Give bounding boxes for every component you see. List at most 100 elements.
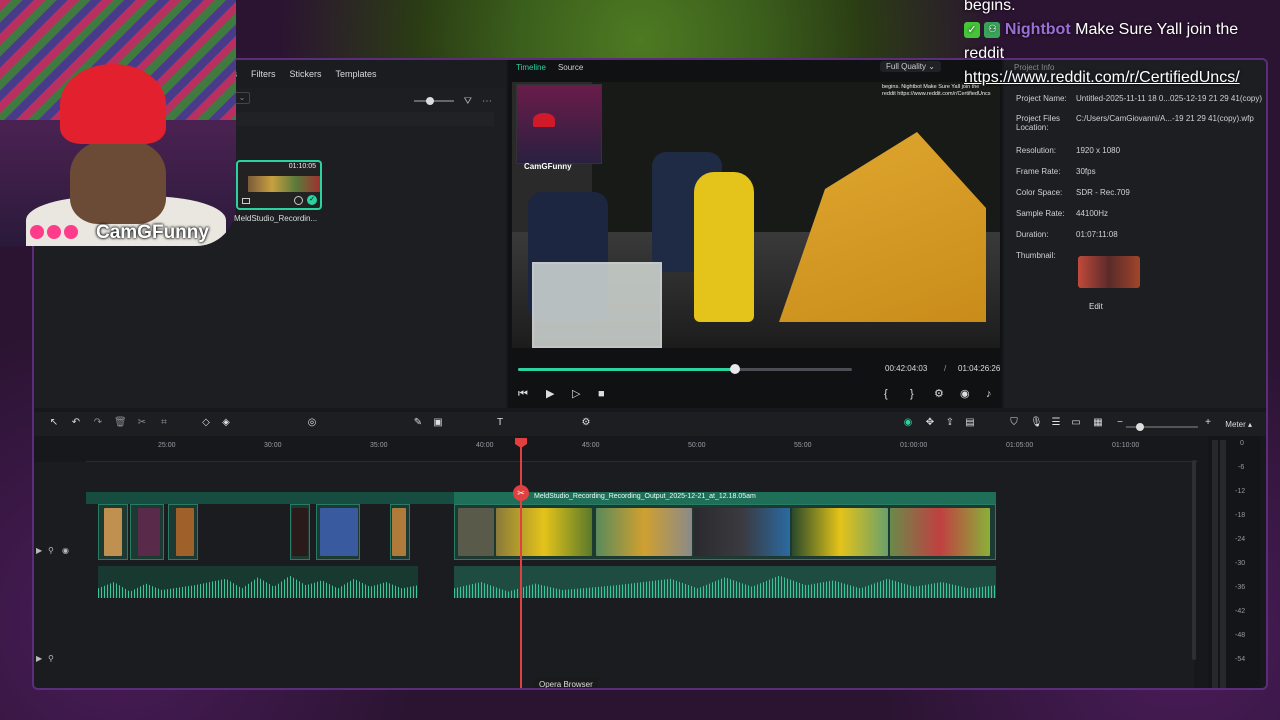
- chat-message: ✓ ⚇ Nightbot Make Sure Yall join the red…: [964, 18, 1264, 66]
- row-key: Duration:: [1016, 230, 1049, 239]
- crop-icon[interactable]: ⌗: [158, 417, 170, 429]
- mark-in-icon[interactable]: {: [884, 388, 888, 400]
- tab-stickers[interactable]: Stickers: [290, 69, 322, 79]
- thumbnail-size-slider[interactable]: [413, 97, 454, 105]
- ruler-tick: 01:05:00: [1006, 442, 1034, 449]
- red-hat: [60, 64, 166, 144]
- clip-frame: [320, 508, 358, 556]
- track-audio-icon[interactable]: ▶: [36, 654, 42, 663]
- more-icon[interactable]: ⋯: [482, 96, 492, 107]
- row-key: Project Files Location:: [1016, 114, 1061, 132]
- timeline-zoom-slider[interactable]: [1126, 423, 1198, 431]
- clip-frame: [792, 508, 888, 556]
- play-frame-icon[interactable]: ▶: [546, 388, 554, 400]
- row-value: C:/Users/CamGiovanni/A...-19 21 29 41(co…: [1076, 114, 1254, 123]
- row-key: Thumbnail:: [1016, 251, 1056, 260]
- total-timecode: 01:04:26:26: [958, 364, 1001, 373]
- playhead[interactable]: [520, 438, 522, 688]
- snapshot-icon[interactable]: ◉: [960, 388, 970, 400]
- media-clip-card[interactable]: 01:10:05 ✓: [236, 160, 322, 210]
- row-key: Project Name:: [1016, 94, 1067, 103]
- edit-thumbnail-button[interactable]: Edit: [1089, 302, 1103, 311]
- verified-icon: ✓: [964, 21, 980, 38]
- text-icon[interactable]: T: [494, 417, 506, 429]
- playback-scrubber[interactable]: [518, 364, 852, 374]
- mic-icon[interactable]: 🎙: [1030, 417, 1043, 429]
- magic-icon[interactable]: ✎: [412, 417, 424, 429]
- ruler-tick: 55:00: [794, 442, 812, 449]
- keyframe-icon[interactable]: ◈: [220, 417, 232, 429]
- clip-header-strip[interactable]: [86, 492, 454, 504]
- shield-icon[interactable]: ⛉: [1008, 417, 1020, 429]
- clip-duration: 01:10:05: [288, 163, 316, 170]
- quality-dropdown[interactable]: Full Quality ⌄: [880, 61, 941, 72]
- marker-icon[interactable]: ▣: [432, 417, 444, 429]
- track-lock-icon[interactable]: ⚲: [48, 546, 54, 555]
- audio-clip-left[interactable]: [98, 566, 418, 598]
- ai-assist-icon[interactable]: ◉: [902, 417, 914, 429]
- clip-frame: [458, 508, 494, 556]
- split-icon[interactable]: ✂: [136, 417, 148, 429]
- video-handle: CamGFunny: [524, 162, 572, 171]
- filter-icon[interactable]: ⛛: [464, 96, 472, 107]
- chat-sender: Nightbot: [1004, 21, 1071, 38]
- clip-frame: [392, 508, 406, 556]
- audio-waveform: [454, 575, 996, 598]
- ruler-tick: 25:00: [158, 442, 176, 449]
- delete-icon[interactable]: 🗑: [114, 417, 127, 429]
- tab-source[interactable]: Source: [558, 63, 583, 72]
- timeline-vertical-scrollbar[interactable]: [1192, 460, 1196, 660]
- zoom-out-icon[interactable]: −: [1114, 417, 1126, 429]
- ruler-tick: 50:00: [688, 442, 706, 449]
- mixer-icon[interactable]: ☰: [1050, 417, 1062, 429]
- volume-icon[interactable]: ♪: [986, 388, 992, 400]
- prev-frame-icon[interactable]: ⏮: [518, 388, 528, 400]
- mark-out-icon[interactable]: }: [910, 388, 914, 400]
- tab-filters[interactable]: Filters: [251, 69, 276, 79]
- chat-line-prev: begins.: [964, 0, 1016, 14]
- stop-icon[interactable]: ■: [598, 388, 605, 400]
- quality-label: Full Quality: [886, 62, 927, 71]
- meter-scale: -30: [1235, 560, 1246, 567]
- play-icon[interactable]: ▷: [572, 388, 580, 400]
- speed-icon[interactable]: ◎: [306, 417, 318, 429]
- snap-icon[interactable]: ✥: [924, 417, 936, 429]
- caption-icon[interactable]: ▭: [1070, 417, 1082, 429]
- tab-timeline[interactable]: Timeline: [516, 63, 546, 72]
- meter-label: Meter: [1225, 420, 1246, 429]
- zoom-in-icon[interactable]: +: [1202, 417, 1214, 429]
- meter-dropdown[interactable]: Meter ▴: [1225, 420, 1252, 429]
- video-money-crate: [532, 262, 662, 348]
- chevron-down-icon: ⌄: [928, 62, 935, 71]
- row-value: 30fps: [1076, 167, 1096, 176]
- clip-frame: [694, 508, 790, 556]
- ai-tool-icon[interactable]: ◇: [200, 417, 212, 429]
- clip-frame: [104, 508, 122, 556]
- scrubber-knob[interactable]: [730, 364, 741, 374]
- zoom-knob[interactable]: [1136, 423, 1144, 431]
- settings-icon[interactable]: ⚙: [580, 417, 592, 429]
- undo-icon[interactable]: ↶: [70, 417, 82, 429]
- select-icon[interactable]: ↖: [48, 417, 60, 429]
- color-space-row: Color Space: SDR - Rec.709: [1016, 188, 1130, 197]
- chat-link[interactable]: https://www.reddit.com/r/CertifiedUncs/: [964, 66, 1264, 90]
- clip-label: MeldStudio_Recording_Recording_Output_20…: [534, 493, 756, 500]
- redo-icon[interactable]: ↷: [92, 417, 104, 429]
- split-scissors-icon[interactable]: ✂: [513, 485, 529, 501]
- streamer-handle: CamGFunny: [96, 222, 209, 243]
- current-timecode: 00:42:04:03: [885, 364, 928, 373]
- video-preview[interactable]: CamGFunny begins. Nightbot Make Sure Yal…: [512, 82, 1000, 348]
- track-video-icon[interactable]: ▶: [36, 546, 42, 555]
- share-icon[interactable]: ⇪: [944, 417, 956, 429]
- tab-templates[interactable]: Templates: [336, 69, 377, 79]
- audio-meter: [1208, 436, 1260, 688]
- eye-icon[interactable]: ◉: [62, 546, 69, 555]
- clip-frame: [176, 508, 194, 556]
- grid-icon[interactable]: ▦: [1092, 417, 1104, 429]
- track-mute-icon[interactable]: ⚲: [48, 654, 54, 663]
- render-icon[interactable]: ⚙: [934, 388, 944, 400]
- audio-clip-main[interactable]: [454, 566, 996, 598]
- image-icon[interactable]: ▤: [964, 417, 976, 429]
- download-icon[interactable]: [294, 196, 303, 205]
- slider-knob[interactable]: [425, 97, 434, 105]
